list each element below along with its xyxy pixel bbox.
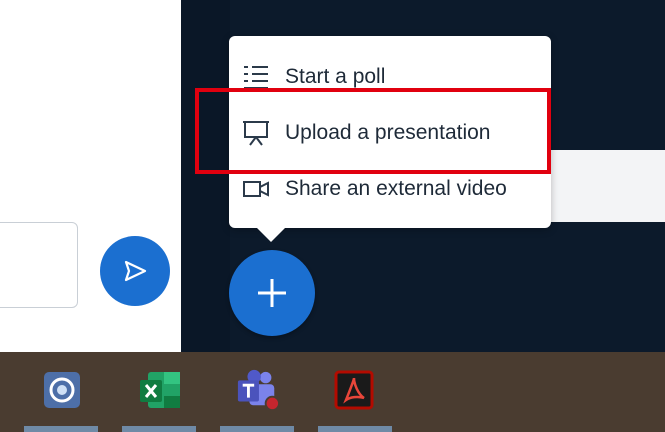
app-running-indicator: [24, 426, 98, 432]
plus-icon: [258, 279, 286, 307]
start-poll-item[interactable]: Start a poll: [229, 52, 551, 102]
upload-presentation-item[interactable]: Upload a presentation: [229, 108, 551, 158]
acrobat-running-indicator: [318, 426, 392, 432]
excel-icon[interactable]: [138, 368, 182, 412]
presentation-edge: [181, 0, 230, 352]
teams-icon[interactable]: [236, 368, 280, 412]
upload-presentation-label: Upload a presentation: [285, 121, 491, 144]
start-poll-label: Start a poll: [285, 65, 386, 88]
chat-message-input[interactable]: [0, 222, 78, 308]
teams-running-indicator: [220, 426, 294, 432]
share-video-label: Share an external video: [285, 177, 507, 200]
presentation-icon: [241, 118, 271, 148]
app-icon[interactable]: [40, 368, 84, 412]
share-video-item[interactable]: Share an external video: [229, 164, 551, 214]
list-icon: [241, 62, 271, 92]
video-icon: [241, 174, 271, 204]
actions-menu: Start a poll Upload a presentation Share…: [229, 36, 551, 228]
acrobat-icon[interactable]: [332, 368, 376, 412]
menu-pointer: [255, 226, 287, 242]
actions-plus-button[interactable]: [229, 250, 315, 336]
send-message-button[interactable]: [100, 236, 170, 306]
excel-running-indicator: [122, 426, 196, 432]
send-icon: [124, 260, 147, 282]
